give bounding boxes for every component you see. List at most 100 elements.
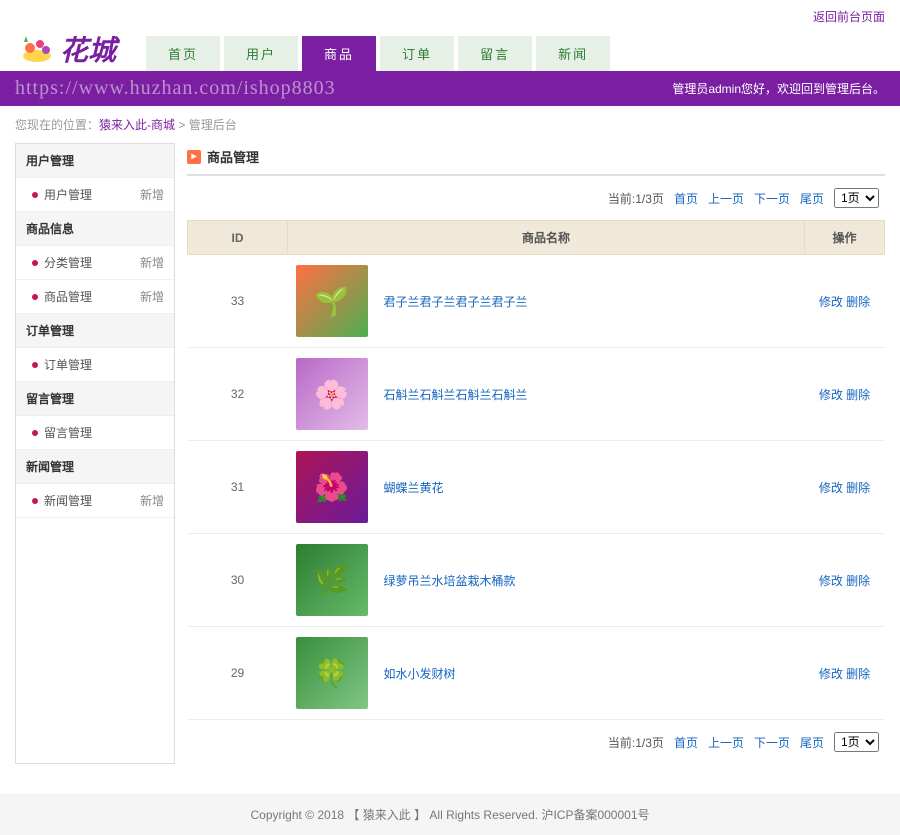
sidebar-group-title: 留言管理 <box>16 382 174 416</box>
cell-name: 🌿 绿萝吊兰水培盆栽木桶款 <box>288 534 805 627</box>
nav-item[interactable]: 留言 <box>458 36 532 71</box>
th-id: ID <box>188 221 288 255</box>
sidebar-item: 订单管理 <box>16 348 174 382</box>
breadcrumb-link[interactable]: 猿来入此-商城 <box>99 118 175 132</box>
sidebar-add-link[interactable]: 新增 <box>140 254 164 271</box>
page-next-link[interactable]: 下一页 <box>754 190 790 207</box>
page-info: 当前:1/3页 <box>608 734 664 751</box>
watermark-text: https://www.huzhan.com/ishop8803 <box>15 77 336 100</box>
sidebar-group-title: 商品信息 <box>16 212 174 246</box>
sidebar-item: 分类管理 新增 <box>16 246 174 280</box>
cell-action: 修改 删除 <box>805 627 885 720</box>
sidebar-group-title: 新闻管理 <box>16 450 174 484</box>
sidebar-item-link[interactable]: 留言管理 <box>32 424 92 441</box>
sidebar-add-link[interactable]: 新增 <box>140 186 164 203</box>
edit-link[interactable]: 修改 <box>819 388 843 402</box>
delete-link[interactable]: 删除 <box>846 295 870 309</box>
page-prev-link[interactable]: 上一页 <box>708 190 744 207</box>
nav-item[interactable]: 订单 <box>380 36 454 71</box>
cell-name: 🌱君子兰君子兰君子兰君子兰 <box>288 255 805 348</box>
edit-link[interactable]: 修改 <box>819 574 843 588</box>
product-table: ID 商品名称 操作 33🌱君子兰君子兰君子兰君子兰修改 删除32🌸石斛兰石斛兰… <box>187 220 885 720</box>
page-select[interactable]: 1页 <box>834 732 879 752</box>
edit-link[interactable]: 修改 <box>819 481 843 495</box>
logo-text: 花城 <box>60 29 116 69</box>
page-prev-link[interactable]: 上一页 <box>708 734 744 751</box>
product-thumbnail: 🌺 <box>296 451 368 523</box>
cell-id: 31 <box>188 441 288 534</box>
sidebar-item: 商品管理 新增 <box>16 280 174 314</box>
cell-action: 修改 删除 <box>805 534 885 627</box>
sidebar-item: 用户管理 新增 <box>16 178 174 212</box>
cell-id: 33 <box>188 255 288 348</box>
pagination-bottom: 当前:1/3页 首页 上一页 下一页 尾页 1页 <box>187 720 885 764</box>
bullet-icon <box>32 430 38 436</box>
product-name-link[interactable]: 君子兰君子兰君子兰君子兰 <box>384 293 528 310</box>
footer: Copyright © 2018 【 猿来入此 】 All Rights Res… <box>0 794 900 835</box>
sidebar-item-link[interactable]: 商品管理 <box>32 288 92 305</box>
table-row: 31🌺 蝴蝶兰黄花 修改 删除 <box>188 441 885 534</box>
page-first-link[interactable]: 首页 <box>674 190 698 207</box>
sidebar-item-link[interactable]: 新闻管理 <box>32 492 92 509</box>
product-thumbnail: 🌿 <box>296 544 368 616</box>
sidebar-item-link[interactable]: 分类管理 <box>32 254 92 271</box>
page-first-link[interactable]: 首页 <box>674 734 698 751</box>
table-row: 33🌱君子兰君子兰君子兰君子兰修改 删除 <box>188 255 885 348</box>
product-thumbnail: 🌸 <box>296 358 368 430</box>
product-name-link[interactable]: 石斛兰石斛兰石斛兰石斛兰 <box>384 386 528 403</box>
cell-id: 32 <box>188 348 288 441</box>
logo: 花城 <box>20 29 116 69</box>
edit-link[interactable]: 修改 <box>819 295 843 309</box>
page-info: 当前:1/3页 <box>608 190 664 207</box>
sidebar-item: 新闻管理 新增 <box>16 484 174 518</box>
product-name-link[interactable]: 绿萝吊兰水培盆栽木桶款 <box>384 572 516 589</box>
table-row: 29🍀 如水小发财树 修改 删除 <box>188 627 885 720</box>
page-select[interactable]: 1页 <box>834 188 879 208</box>
product-name-link[interactable]: 如水小发财树 <box>384 665 456 682</box>
sidebar-add-link[interactable]: 新增 <box>140 492 164 509</box>
bullet-icon <box>32 362 38 368</box>
page-last-link[interactable]: 尾页 <box>800 190 824 207</box>
main-nav: 首页用户商品订单留言新闻 <box>146 36 610 71</box>
cell-name: 🍀 如水小发财树 <box>288 627 805 720</box>
cell-name: 🌸 石斛兰石斛兰石斛兰石斛兰 <box>288 348 805 441</box>
admin-bar: https://www.huzhan.com/ishop8803 管理员admi… <box>0 71 900 106</box>
bullet-icon <box>32 192 38 198</box>
breadcrumb: 您现在的位置：猿来入此-商城 > 管理后台 <box>0 106 900 143</box>
cell-action: 修改 删除 <box>805 255 885 348</box>
delete-link[interactable]: 删除 <box>846 388 870 402</box>
delete-link[interactable]: 删除 <box>846 667 870 681</box>
sidebar-item: 留言管理 <box>16 416 174 450</box>
bullet-icon <box>32 294 38 300</box>
sidebar: 用户管理用户管理新增商品信息分类管理新增商品管理新增订单管理订单管理留言管理留言… <box>15 143 175 764</box>
product-thumbnail: 🍀 <box>296 637 368 709</box>
edit-link[interactable]: 修改 <box>819 667 843 681</box>
table-row: 32🌸 石斛兰石斛兰石斛兰石斛兰 修改 删除 <box>188 348 885 441</box>
sidebar-item-link[interactable]: 订单管理 <box>32 356 92 373</box>
sidebar-item-link[interactable]: 用户管理 <box>32 186 92 203</box>
sidebar-add-link[interactable]: 新增 <box>140 288 164 305</box>
pagination-top: 当前:1/3页 首页 上一页 下一页 尾页 1页 <box>187 176 885 220</box>
delete-link[interactable]: 删除 <box>846 481 870 495</box>
arrow-icon: ▸ <box>187 150 201 164</box>
delete-link[interactable]: 删除 <box>846 574 870 588</box>
bullet-icon <box>32 498 38 504</box>
page-title: ▸ 商品管理 <box>187 143 885 176</box>
product-name-link[interactable]: 蝴蝶兰黄花 <box>384 479 444 496</box>
nav-item[interactable]: 新闻 <box>536 36 610 71</box>
table-row: 30🌿绿萝吊兰水培盆栽木桶款修改 删除 <box>188 534 885 627</box>
sidebar-group-title: 用户管理 <box>16 144 174 178</box>
nav-item[interactable]: 首页 <box>146 36 220 71</box>
logo-icon <box>20 34 54 64</box>
th-action: 操作 <box>805 221 885 255</box>
nav-item[interactable]: 用户 <box>224 36 298 71</box>
nav-item[interactable]: 商品 <box>302 36 376 71</box>
th-name: 商品名称 <box>288 221 805 255</box>
back-to-front-link[interactable]: 返回前台页面 <box>813 10 885 24</box>
cell-id: 29 <box>188 627 288 720</box>
page-next-link[interactable]: 下一页 <box>754 734 790 751</box>
cell-action: 修改 删除 <box>805 348 885 441</box>
cell-action: 修改 删除 <box>805 441 885 534</box>
sidebar-group-title: 订单管理 <box>16 314 174 348</box>
page-last-link[interactable]: 尾页 <box>800 734 824 751</box>
